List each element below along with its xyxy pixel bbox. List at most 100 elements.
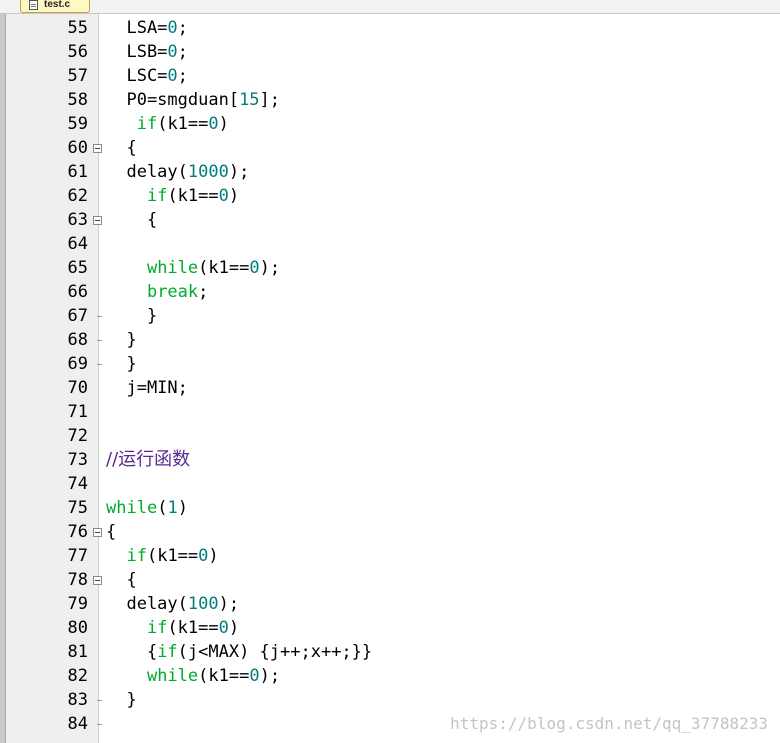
code-text: LSB=0;	[106, 40, 188, 64]
code-line[interactable]: 61 delay(1000);	[0, 160, 780, 184]
code-line[interactable]: 77 if(k1==0)	[0, 544, 780, 568]
code-line[interactable]: 69 }	[0, 352, 780, 376]
code-token: )	[228, 186, 240, 206]
number-token: 0	[249, 258, 260, 278]
code-line[interactable]: 55 LSA=0;	[0, 16, 780, 40]
number-token: 0	[208, 114, 219, 134]
keyword-token: if	[146, 186, 168, 206]
code-token: ;	[177, 18, 188, 38]
code-line[interactable]: 56 LSB=0;	[0, 40, 780, 64]
code-token: );	[259, 258, 281, 278]
number-token: 0	[249, 666, 260, 686]
code-token: ;	[198, 282, 209, 302]
code-line[interactable]: 82 while(k1==0);	[0, 664, 780, 688]
code-line[interactable]: 62 if(k1==0)	[0, 184, 780, 208]
keyword-token: while	[146, 666, 199, 686]
number-token: 15	[239, 90, 260, 110]
code-token: LSB=	[106, 42, 168, 62]
code-line[interactable]: 58 P0=smgduan[15];	[0, 88, 780, 112]
code-line[interactable]: 57 LSC=0;	[0, 64, 780, 88]
line-number: 65	[67, 258, 88, 278]
code-token: (k1==	[198, 666, 250, 686]
file-tab-test-c[interactable]: test.c	[20, 0, 90, 13]
code-line[interactable]: 81 {if(j<MAX) {j++;x++;}}	[0, 640, 780, 664]
code-token: (k1==	[167, 618, 219, 638]
line-number: 58	[67, 90, 88, 110]
line-number: 62	[67, 186, 88, 206]
code-token: (k1==	[146, 546, 199, 566]
code-line[interactable]: 79 delay(100);	[0, 592, 780, 616]
code-token: P0=smgduan[	[106, 90, 240, 110]
line-number: 78	[67, 570, 88, 590]
code-text: }	[106, 688, 136, 712]
line-number: 69	[67, 354, 88, 374]
code-text: j=MIN;	[106, 376, 187, 400]
fold-collapse-icon[interactable]	[92, 568, 104, 592]
fold-collapse-icon[interactable]	[92, 136, 104, 160]
number-token: 0	[167, 42, 178, 62]
code-editor[interactable]: 55 LSA=0; 56 LSB=0; 57 LSC=0; 58 P0=smgduan…	[0, 14, 780, 743]
number-token: 0	[218, 186, 229, 206]
code-line[interactable]: 72	[0, 424, 780, 448]
code-line[interactable]: 80 if(k1==0)	[0, 616, 780, 640]
code-token: {	[106, 522, 117, 542]
code-line[interactable]: 75 while(1)	[0, 496, 780, 520]
code-token: ];	[259, 90, 281, 110]
line-number: 74	[67, 474, 88, 494]
code-text: }	[106, 352, 137, 376]
fold-collapse-icon[interactable]	[92, 520, 104, 544]
code-text: {if(j<MAX) {j++;x++;}}	[106, 640, 372, 664]
code-line[interactable]: 70 j=MIN;	[0, 376, 780, 400]
number-token: 1	[167, 498, 178, 518]
line-number: 63	[67, 210, 88, 230]
watermark: https://blog.csdn.net/qq_37788233	[450, 714, 768, 733]
code-token: (k1==	[157, 114, 209, 134]
code-text: }	[106, 304, 157, 328]
code-line[interactable]: 65 while(k1==0);	[0, 256, 780, 280]
code-token: ;	[177, 42, 188, 62]
code-token: );	[218, 594, 240, 614]
fold-collapse-icon[interactable]	[92, 208, 104, 232]
code-token: }	[106, 306, 158, 326]
code-lines: 55 LSA=0; 56 LSB=0; 57 LSC=0; 58 P0=smgduan…	[0, 16, 780, 736]
code-token: {	[106, 570, 137, 590]
code-text: {	[106, 208, 157, 232]
code-line[interactable]: 67 }	[0, 304, 780, 328]
code-line[interactable]: 74	[0, 472, 780, 496]
code-line[interactable]: 71	[0, 400, 780, 424]
code-text: while(1)	[106, 496, 188, 520]
comment-token: //运行函数	[106, 449, 191, 470]
code-token: )	[208, 546, 219, 566]
line-number: 77	[67, 546, 88, 566]
code-line[interactable]: 66 break;	[0, 280, 780, 304]
code-line[interactable]: 60 {	[0, 136, 780, 160]
code-line[interactable]: 59 if(k1==0)	[0, 112, 780, 136]
number-token: 0	[218, 618, 229, 638]
code-token: )	[218, 114, 229, 134]
code-text: }	[106, 328, 137, 352]
fold-end-marker-icon	[92, 352, 104, 376]
code-token: }	[106, 354, 137, 374]
number-token: 1000	[187, 162, 229, 182]
code-line[interactable]: 73 //运行函数	[0, 448, 780, 472]
code-line[interactable]: 68 }	[0, 328, 780, 352]
line-number: 55	[67, 18, 88, 38]
code-token: LSA=	[106, 18, 168, 38]
number-token: 0	[167, 66, 178, 86]
code-token: );	[228, 162, 250, 182]
line-number: 61	[67, 162, 88, 182]
code-text: P0=smgduan[15];	[106, 88, 280, 112]
line-number: 71	[67, 402, 88, 422]
code-line[interactable]: 63 {	[0, 208, 780, 232]
code-line[interactable]: 76 {	[0, 520, 780, 544]
code-token: );	[259, 666, 281, 686]
code-line[interactable]: 78 {	[0, 568, 780, 592]
line-number: 81	[67, 642, 88, 662]
code-token: (j<MAX) {j++;x++;}}	[177, 642, 373, 662]
code-token: }	[106, 330, 137, 350]
keyword-token: if	[126, 546, 147, 566]
code-line[interactable]: 83 }	[0, 688, 780, 712]
code-text: if(k1==0)	[106, 112, 229, 136]
code-line[interactable]: 64	[0, 232, 780, 256]
